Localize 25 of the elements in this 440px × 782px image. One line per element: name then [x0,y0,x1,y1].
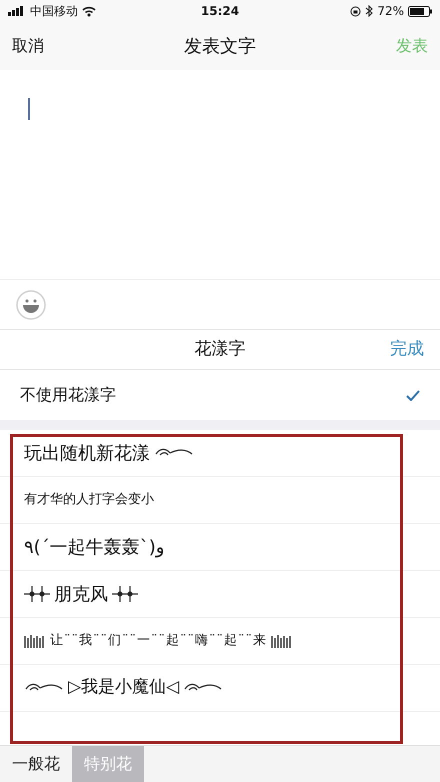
battery-percent: 72% [377,3,404,20]
carrier-label: 中国移动 [30,3,78,20]
option-label: 不使用花漾字 [20,384,117,406]
panel-title: 花漾字 [194,338,246,361]
cancel-button[interactable]: 取消 [12,34,184,58]
style-text: 朋克风 [54,582,108,606]
emoji-button[interactable] [16,290,46,320]
style-text: ▷我是小魔仙◁ [68,676,180,700]
spike-icon [24,583,50,605]
done-button[interactable]: 完成 [390,336,424,362]
battery-icon [408,6,432,16]
style-text: 玩出随机新花漾 [24,442,150,466]
bars-icon [271,634,293,648]
style-text: 有才华的人打字会变小 [24,491,154,510]
bars-icon [24,634,46,648]
style-text: ٩(ˊ一起牛轰轰ˋ)و [24,536,164,560]
clock: 15:24 [200,3,240,20]
wifi-icon [82,6,96,16]
page-title: 发表文字 [184,34,256,58]
tab[interactable]: 一般花 [0,746,72,782]
spike-icon [112,583,138,605]
bluetooth-icon [365,5,374,17]
style-text: 让¨¨我¨¨们¨¨一¨¨起¨¨嗨¨¨起¨¨来 [50,632,267,650]
signal-icon [8,6,26,16]
lock-rotation-icon [350,6,362,16]
